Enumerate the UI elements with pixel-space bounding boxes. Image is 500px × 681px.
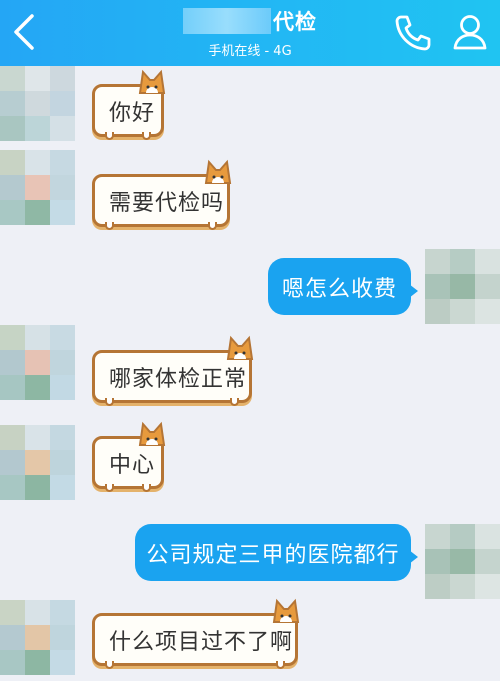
user-avatar[interactable] bbox=[425, 524, 500, 599]
paw-decoration bbox=[276, 661, 285, 669]
incoming-message-bubble[interactable]: 哪家体检正常 bbox=[92, 335, 254, 406]
message-text: 需要代检吗 bbox=[109, 190, 225, 216]
incoming-message-bubble[interactable]: 什么项目过不了啊 bbox=[92, 598, 300, 669]
incoming-message-bubble[interactable]: 中心 bbox=[92, 421, 166, 492]
call-button[interactable] bbox=[392, 12, 434, 52]
paw-decoration bbox=[105, 222, 114, 230]
paw-decoration bbox=[105, 661, 114, 669]
profile-button[interactable] bbox=[450, 12, 490, 52]
corgi-ears-icon bbox=[272, 598, 300, 623]
contact-avatar[interactable] bbox=[0, 66, 75, 141]
incoming-message-bubble[interactable]: 你好 bbox=[92, 69, 166, 140]
paw-decoration bbox=[142, 484, 151, 492]
phone-icon bbox=[395, 15, 431, 51]
paw-decoration bbox=[142, 132, 151, 140]
paw-decoration bbox=[208, 222, 217, 230]
bubble-tail bbox=[409, 550, 418, 564]
contact-avatar[interactable] bbox=[0, 325, 75, 400]
message-text: 你好 bbox=[109, 100, 156, 126]
corgi-ears-icon bbox=[226, 335, 254, 360]
corgi-ears-icon bbox=[138, 69, 166, 94]
paw-decoration bbox=[105, 132, 114, 140]
paw-decoration bbox=[105, 484, 114, 492]
chat-header: 代检 手机在线 - 4G bbox=[0, 0, 500, 66]
paw-decoration bbox=[230, 398, 239, 406]
user-icon bbox=[453, 15, 487, 50]
contact-avatar[interactable] bbox=[0, 425, 75, 500]
page-title: 代检 bbox=[273, 10, 317, 34]
user-avatar[interactable] bbox=[425, 249, 500, 324]
blurred-contact-name bbox=[183, 8, 271, 34]
message-text: 公司规定三甲的医院都行 bbox=[146, 542, 400, 568]
incoming-message-bubble[interactable]: 需要代检吗 bbox=[92, 159, 232, 230]
outgoing-message-bubble[interactable]: 嗯怎么收费 bbox=[268, 258, 418, 315]
contact-avatar[interactable] bbox=[0, 600, 75, 675]
corgi-ears-icon bbox=[204, 159, 232, 184]
message-text: 哪家体检正常 bbox=[109, 366, 248, 392]
corgi-ears-icon bbox=[138, 421, 166, 446]
message-text: 什么项目过不了啊 bbox=[109, 629, 294, 655]
title-row: 代检 bbox=[183, 6, 317, 36]
paw-decoration bbox=[105, 398, 114, 406]
message-text: 嗯怎么收费 bbox=[281, 276, 397, 302]
bubble-tail bbox=[409, 284, 418, 298]
contact-avatar[interactable] bbox=[0, 150, 75, 225]
outgoing-message-bubble[interactable]: 公司规定三甲的医院都行 bbox=[135, 524, 418, 581]
message-text: 中心 bbox=[109, 452, 156, 478]
